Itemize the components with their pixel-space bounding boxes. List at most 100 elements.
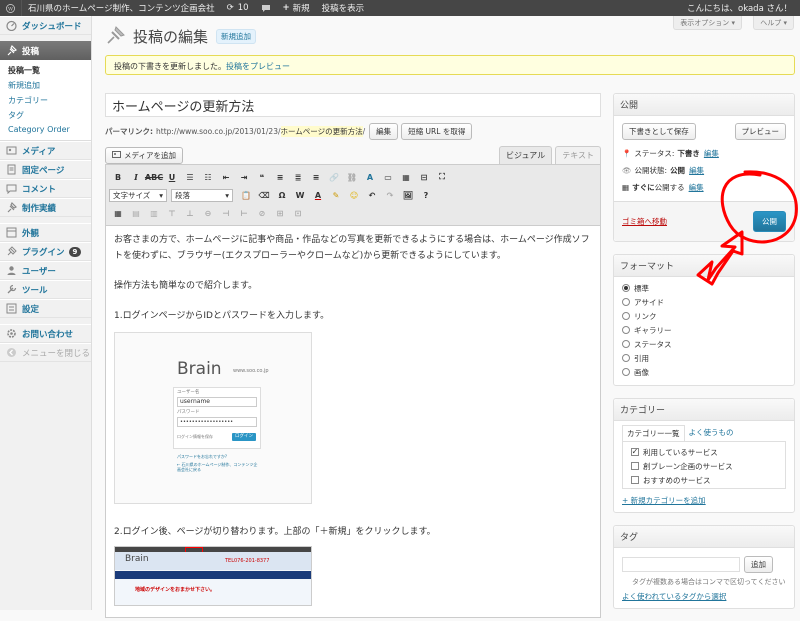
submenu-categories[interactable]: カテゴリー (0, 93, 91, 108)
format-option[interactable]: リンク (614, 309, 794, 323)
format-option[interactable]: 画像 (614, 365, 794, 379)
edit-visibility-link[interactable]: 編集 (689, 165, 704, 176)
format-option[interactable]: 引用 (614, 351, 794, 365)
add-new-post-button[interactable]: 新規追加 (216, 29, 257, 44)
screen-options-button[interactable]: 表示オプション ▾ (673, 16, 742, 30)
paste-word-icon[interactable]: W (294, 189, 307, 202)
post-content-editor[interactable]: お客さまの方で、ホームページに記事や商品・作品などの写真を更新できるようにする場… (105, 226, 601, 618)
add-media-button[interactable]: メディアを追加 (105, 147, 183, 164)
clear-format-icon[interactable]: ⌫ (258, 189, 271, 202)
edit-schedule-link[interactable]: 編集 (689, 182, 704, 193)
menu-tools[interactable]: ツール (0, 280, 91, 299)
new-content-button[interactable]: + 新規 (277, 0, 316, 16)
publish-button[interactable]: 公開 (753, 211, 786, 232)
insert-link-icon[interactable]: 🔗 (328, 171, 341, 184)
redo-icon[interactable]: ↷ (384, 189, 397, 202)
edit-status-link[interactable]: 編集 (704, 148, 719, 159)
align-center-icon[interactable]: ≣ (292, 171, 305, 184)
undo-icon[interactable]: ↶ (366, 189, 379, 202)
insert-more-icon[interactable]: ▭ (382, 171, 395, 184)
choose-popular-tags-link[interactable]: よく使われているタグから選択 (622, 592, 726, 601)
indent-icon[interactable]: ⇥ (238, 171, 251, 184)
bold-icon[interactable]: B (112, 171, 125, 184)
menu-posts[interactable]: 投稿 (0, 41, 91, 60)
move-to-trash-link[interactable]: ゴミ箱へ移動 (622, 216, 667, 227)
special-char-icon[interactable]: Ω (276, 189, 289, 202)
unlink-icon[interactable]: ⛓ (346, 171, 359, 184)
category-item[interactable]: 創ブレーン企画のサービス (623, 459, 785, 473)
help-icon[interactable]: ? (420, 189, 433, 202)
tab-visual[interactable]: ビジュアル (499, 146, 553, 164)
tab-popular-categories[interactable]: よく使うもの (684, 425, 738, 441)
strikethrough-icon[interactable]: ABC (145, 171, 163, 184)
tab-text[interactable]: テキスト (555, 146, 601, 164)
delete-row-icon[interactable]: ⊖ (202, 207, 215, 220)
view-post-link[interactable]: 投稿を表示 (316, 0, 371, 16)
kitchen-sink-icon[interactable]: ▦ (400, 171, 413, 184)
underline-icon[interactable]: U (166, 171, 179, 184)
insert-image-icon[interactable]: 🖼 (402, 189, 415, 202)
fullscreen-icon[interactable]: ⛶ (436, 171, 449, 184)
tag-input[interactable] (622, 557, 740, 572)
submenu-category-order[interactable]: Category Order (0, 123, 91, 136)
wordpress-logo-icon[interactable]: W (0, 0, 22, 16)
edit-permalink-button[interactable]: 編集 (369, 123, 399, 140)
emoticon-icon[interactable]: ☺ (348, 189, 361, 202)
add-new-category-link[interactable]: + 新規カテゴリーを追加 (622, 496, 706, 505)
text-color-icon[interactable]: A (312, 189, 325, 202)
tag-box-title[interactable]: タグ (614, 526, 794, 548)
merge-cells-icon[interactable]: ⊡ (292, 207, 305, 220)
numbered-list-icon[interactable]: ☷ (202, 171, 215, 184)
user-greeting[interactable]: こんにちは、okada さん！ (687, 2, 800, 14)
permalink-slug[interactable]: ホームページの更新方法 (280, 126, 363, 137)
help-button[interactable]: ヘルプ ▾ (753, 16, 794, 30)
category-item[interactable]: おすすめのサービス (623, 473, 785, 487)
format-option[interactable]: ギャラリー (614, 323, 794, 337)
paste-text-icon[interactable]: 📋 (240, 189, 253, 202)
publish-box-title[interactable]: 公開 (614, 94, 794, 116)
menu-settings[interactable]: 設定 (0, 299, 91, 318)
category-box-title[interactable]: カテゴリー (614, 399, 794, 421)
format-option[interactable]: アサイド (614, 295, 794, 309)
bullet-list-icon[interactable]: ☰ (184, 171, 197, 184)
preview-button[interactable]: プレビュー (734, 123, 786, 140)
blockquote-icon[interactable]: ❝ (256, 171, 269, 184)
spellcheck-icon[interactable]: A (364, 171, 377, 184)
format-select[interactable]: 段落 ▾ (171, 188, 233, 202)
align-right-icon[interactable]: ≡ (310, 171, 323, 184)
menu-plugins[interactable]: プラグイン 9 (0, 242, 91, 261)
page-break-icon[interactable]: ⊟ (418, 171, 431, 184)
category-item[interactable]: ✓ 利用しているサービス (623, 445, 785, 459)
get-shortlink-button[interactable]: 短縮 URL を取得 (401, 123, 473, 140)
add-tag-button[interactable]: 追加 (744, 556, 773, 573)
menu-appearance[interactable]: 外観 (0, 223, 91, 242)
format-box-title[interactable]: フォーマット (614, 255, 794, 277)
format-option[interactable]: ステータス (614, 337, 794, 351)
submenu-add-new[interactable]: 新規追加 (0, 78, 91, 93)
menu-users[interactable]: ユーザー (0, 261, 91, 280)
align-left-icon[interactable]: ≡ (274, 171, 287, 184)
preview-post-link[interactable]: 投稿をプレビュー (226, 62, 290, 71)
admin-bar-site-name[interactable]: 石川県のホームページ制作、コンテンツ企画会社 (22, 0, 221, 16)
submenu-all-posts[interactable]: 投稿一覧 (0, 63, 91, 78)
save-draft-button[interactable]: 下書きとして保存 (622, 123, 696, 140)
table-props-icon[interactable]: ▤ (130, 207, 143, 220)
menu-pages[interactable]: 固定ページ (0, 160, 91, 179)
highlight-icon[interactable]: ✎ (330, 189, 343, 202)
menu-comments[interactable]: コメント (0, 179, 91, 198)
insert-table-icon[interactable]: ▦ (112, 207, 125, 220)
row-before-icon[interactable]: ⊤ (166, 207, 179, 220)
menu-works[interactable]: 制作実績 (0, 198, 91, 217)
cell-props-icon[interactable]: ▥ (148, 207, 161, 220)
row-after-icon[interactable]: ⊥ (184, 207, 197, 220)
italic-icon[interactable]: I (130, 171, 143, 184)
col-before-icon[interactable]: ⊣ (220, 207, 233, 220)
delete-col-icon[interactable]: ⊘ (256, 207, 269, 220)
submenu-tags[interactable]: タグ (0, 108, 91, 123)
tab-all-categories[interactable]: カテゴリー一覧 (622, 425, 685, 441)
split-cells-icon[interactable]: ⊞ (274, 207, 287, 220)
font-size-select[interactable]: 文字サイズ ▾ (109, 188, 167, 202)
collapse-menu-button[interactable]: メニューを閉じる (0, 343, 91, 362)
updates-button[interactable]: ⟳ 10 (221, 0, 255, 16)
menu-contact[interactable]: お問い合わせ (0, 324, 91, 343)
